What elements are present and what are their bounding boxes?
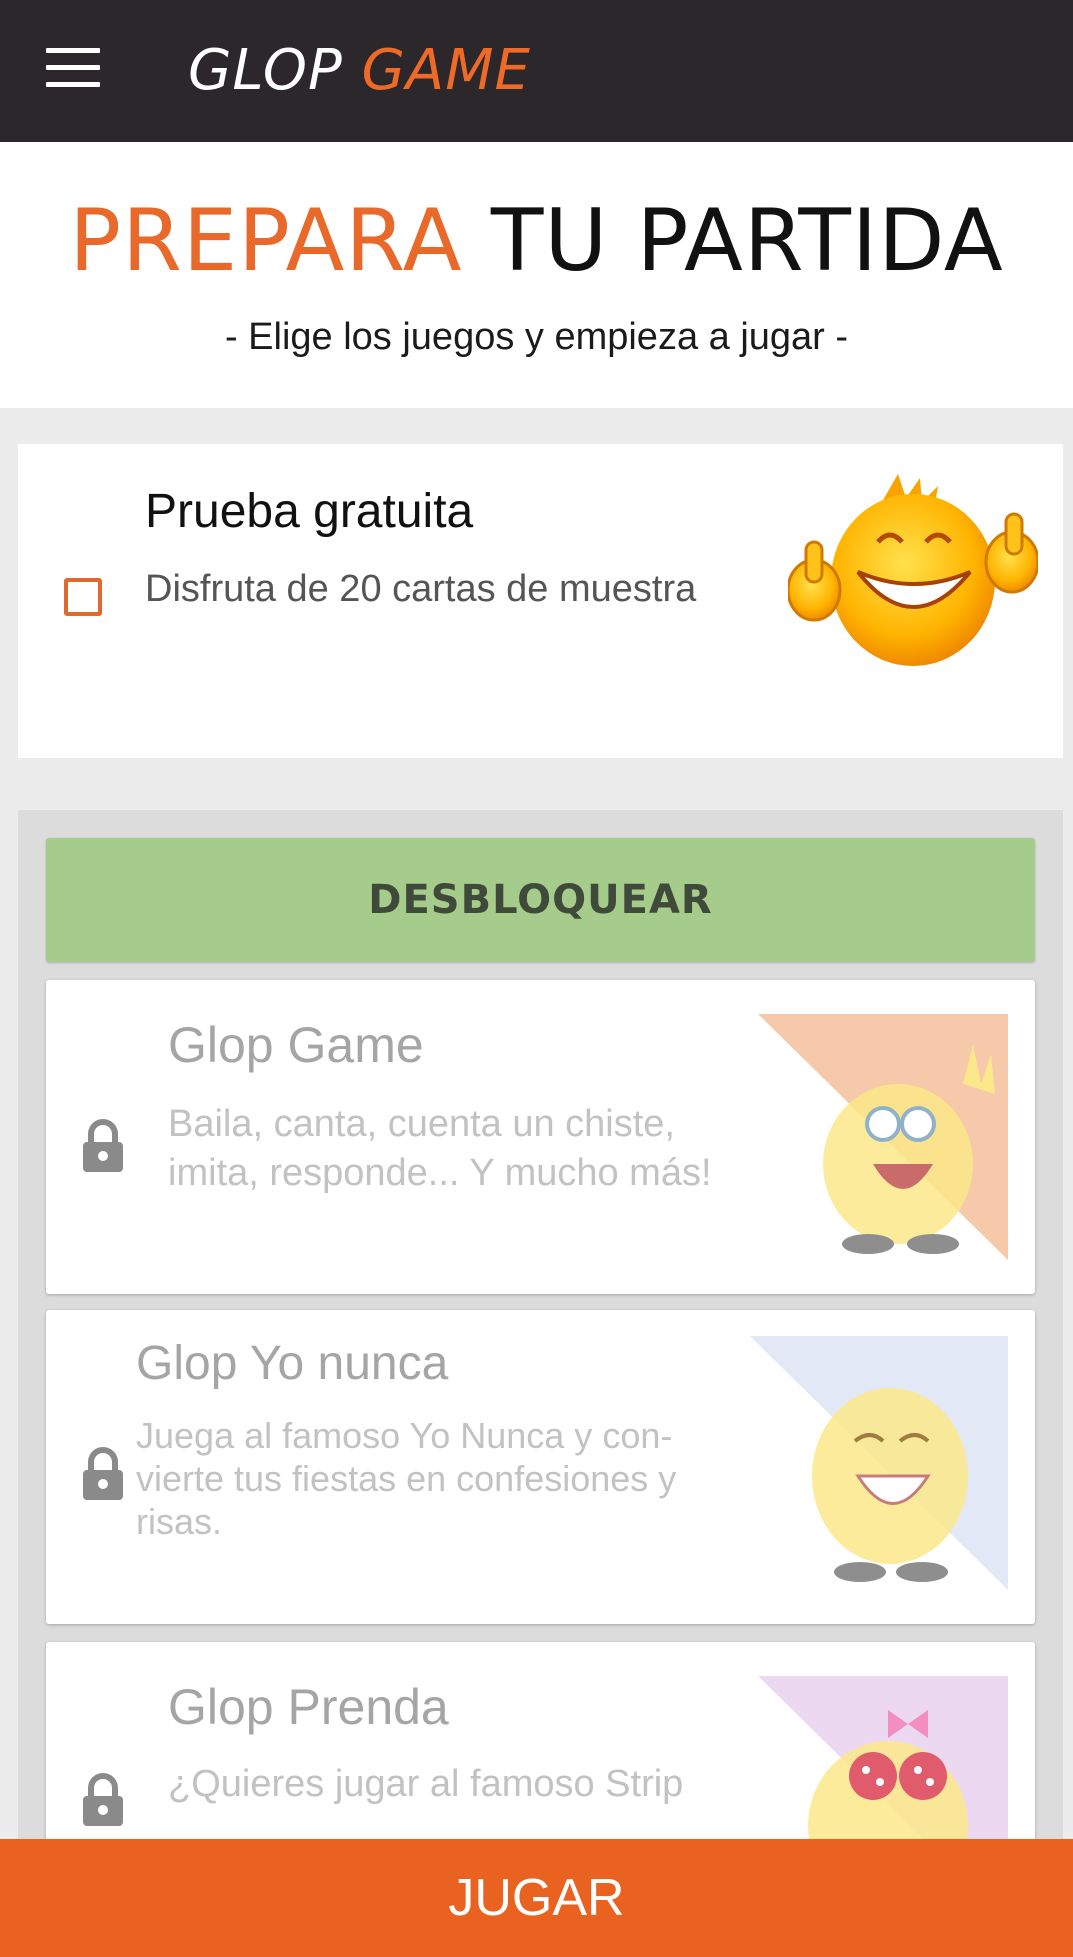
- game-card-glop-game[interactable]: Glop Game Baila, canta, cuenta un chiste…: [46, 980, 1035, 1294]
- page-title: PREPARA TU PARTIDA: [0, 198, 1073, 284]
- title-accent: PREPARA: [69, 191, 463, 291]
- thumbs-up-mascot-icon: [788, 474, 1038, 666]
- free-trial-checkbox[interactable]: [64, 578, 102, 616]
- free-trial-title: Prueba gratuita: [145, 485, 474, 538]
- glop-mascot-peace-icon: [758, 1014, 1008, 1260]
- game-description: ¿Quieres jugar al famoso Strip: [168, 1763, 684, 1805]
- game-description: Baila, canta, cuenta un chiste, imita, r…: [168, 1103, 712, 1194]
- lock-icon: [83, 1119, 123, 1172]
- logo-text-game: GAME: [361, 38, 531, 103]
- glop-mascot-laughing-icon: [750, 1336, 1008, 1590]
- hamburger-menu-icon[interactable]: [46, 48, 100, 88]
- unlock-button[interactable]: DESBLOQUEAR: [46, 838, 1035, 962]
- title-rest: TU PARTIDA: [490, 191, 1004, 291]
- game-title: Glop Game: [168, 1017, 424, 1073]
- game-title: Glop Prenda: [168, 1679, 449, 1735]
- page-subtitle: - Elige los juegos y empieza a jugar -: [224, 316, 849, 358]
- app-logo: GLOP GAME: [188, 38, 531, 103]
- free-trial-description: Disfruta de 20 cartas de muestra: [145, 568, 697, 610]
- lock-icon: [83, 1773, 123, 1826]
- lock-icon: [83, 1447, 123, 1500]
- free-trial-card[interactable]: Prueba gratuita Disfruta de 20 cartas de…: [18, 444, 1063, 758]
- game-title: Glop Yo nunca: [136, 1337, 449, 1390]
- games-list: DESBLOQUEAR Glop Game Baila, canta, cuen…: [18, 810, 1063, 1957]
- page-header: PREPARA TU PARTIDA - Elige los juegos y …: [0, 142, 1073, 408]
- logo-text-glop: GLOP: [188, 38, 343, 103]
- play-button[interactable]: JUGAR: [0, 1839, 1073, 1957]
- top-app-bar: GLOP GAME: [0, 0, 1073, 142]
- game-description: Juega al famoso Yo Nunca y con­vierte tu…: [136, 1415, 677, 1543]
- game-card-glop-yo-nunca[interactable]: Glop Yo nunca Juega al famoso Yo Nunca y…: [46, 1310, 1035, 1624]
